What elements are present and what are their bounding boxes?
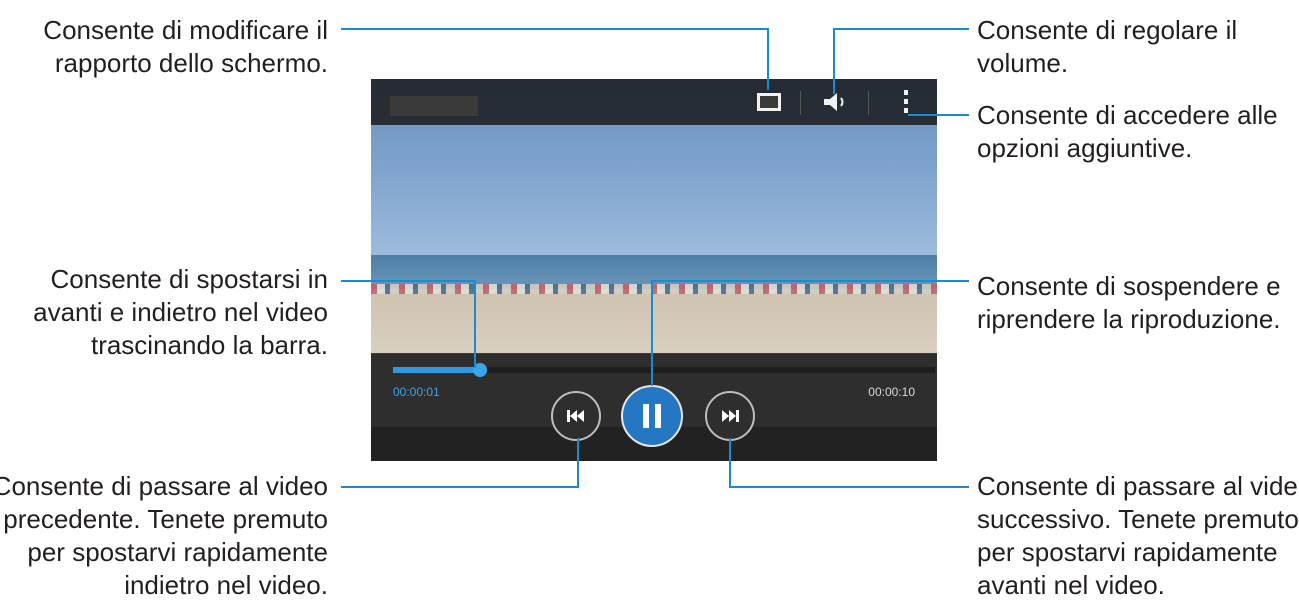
callout-line [651, 280, 653, 386]
callout-text-line: trascinando la barra. [90, 330, 328, 360]
toolbar-divider [800, 91, 801, 115]
callout-line [651, 280, 969, 282]
pause-icon [643, 404, 661, 428]
callout-text-line: Consente di modificare il [43, 15, 328, 45]
callout-next: Consente di passare al video successivo.… [977, 470, 1299, 602]
callout-text-line: rapporto dello schermo. [54, 48, 328, 78]
callout-text-line: riprendere la riproduzione. [977, 304, 1281, 334]
elapsed-time: 00:00:01 [393, 385, 440, 399]
aspect-ratio-button[interactable] [752, 87, 786, 117]
callout-line [833, 28, 835, 94]
volume-button[interactable] [819, 87, 853, 117]
next-button[interactable] [705, 391, 755, 441]
callout-text-line: per spostarvi rapidamente [977, 537, 1278, 567]
callout-text-line: Consente di passare al video [0, 471, 328, 501]
callout-line [729, 438, 731, 488]
skip-previous-icon [567, 410, 584, 422]
callout-line [577, 438, 579, 488]
video-title-placeholder [390, 96, 478, 116]
callout-text-line: successivo. Tenete premuto [977, 504, 1299, 534]
more-options-icon [904, 90, 908, 113]
seek-bar-progress [393, 367, 480, 373]
callout-text-line: avanti nel video. [977, 570, 1165, 600]
video-frame-sand [371, 294, 937, 354]
more-options-button[interactable] [889, 87, 923, 117]
callout-line [833, 28, 969, 30]
callout-text-line: Consente di accedere alle [977, 100, 1278, 130]
skip-next-icon [722, 410, 739, 422]
callout-line [729, 486, 969, 488]
callout-text-line: Consente di passare al video [977, 471, 1299, 501]
callout-line [908, 114, 969, 116]
total-duration: 00:00:10 [868, 385, 915, 399]
player-top-bar [371, 79, 937, 125]
callout-text-line: volume. [977, 48, 1069, 78]
aspect-ratio-icon [757, 93, 781, 111]
callout-previous: Consente di passare al video precedente.… [0, 470, 328, 602]
callout-text-line: opzioni aggiuntive. [977, 133, 1193, 163]
pause-button[interactable] [621, 385, 683, 447]
callout-aspect-ratio: Consente di modificare il rapporto dello… [43, 14, 328, 80]
callout-more-options: Consente di accedere alle opzioni aggiun… [977, 99, 1278, 165]
callout-line [474, 280, 476, 368]
callout-line [341, 280, 475, 282]
toolbar-divider [868, 91, 869, 115]
callout-text-line: Consente di spostarsi in [50, 264, 328, 294]
callout-seek-bar: Consente di spostarsi in avanti e indiet… [33, 263, 328, 362]
volume-icon [824, 93, 844, 111]
callout-line [341, 28, 769, 30]
callout-text-line: Consente di sospendere e [977, 271, 1281, 301]
callout-text-line: per spostarvi rapidamente [27, 537, 328, 567]
callout-line [341, 486, 579, 488]
callout-text-line: indietro nel video. [124, 570, 328, 600]
video-player-screen: 00:00:01 00:00:10 [371, 79, 937, 461]
callout-pause: Consente di sospendere e riprendere la r… [977, 270, 1281, 336]
callout-text-line: Consente di regolare il [977, 15, 1238, 45]
callout-text-line: precedente. Tenete premuto [3, 504, 328, 534]
previous-button[interactable] [551, 391, 601, 441]
player-controls-panel: 00:00:01 00:00:10 [371, 353, 937, 461]
callout-text-line: avanti e indietro nel video [33, 297, 328, 327]
callout-line [767, 28, 769, 90]
callout-volume: Consente di regolare il volume. [977, 14, 1237, 80]
